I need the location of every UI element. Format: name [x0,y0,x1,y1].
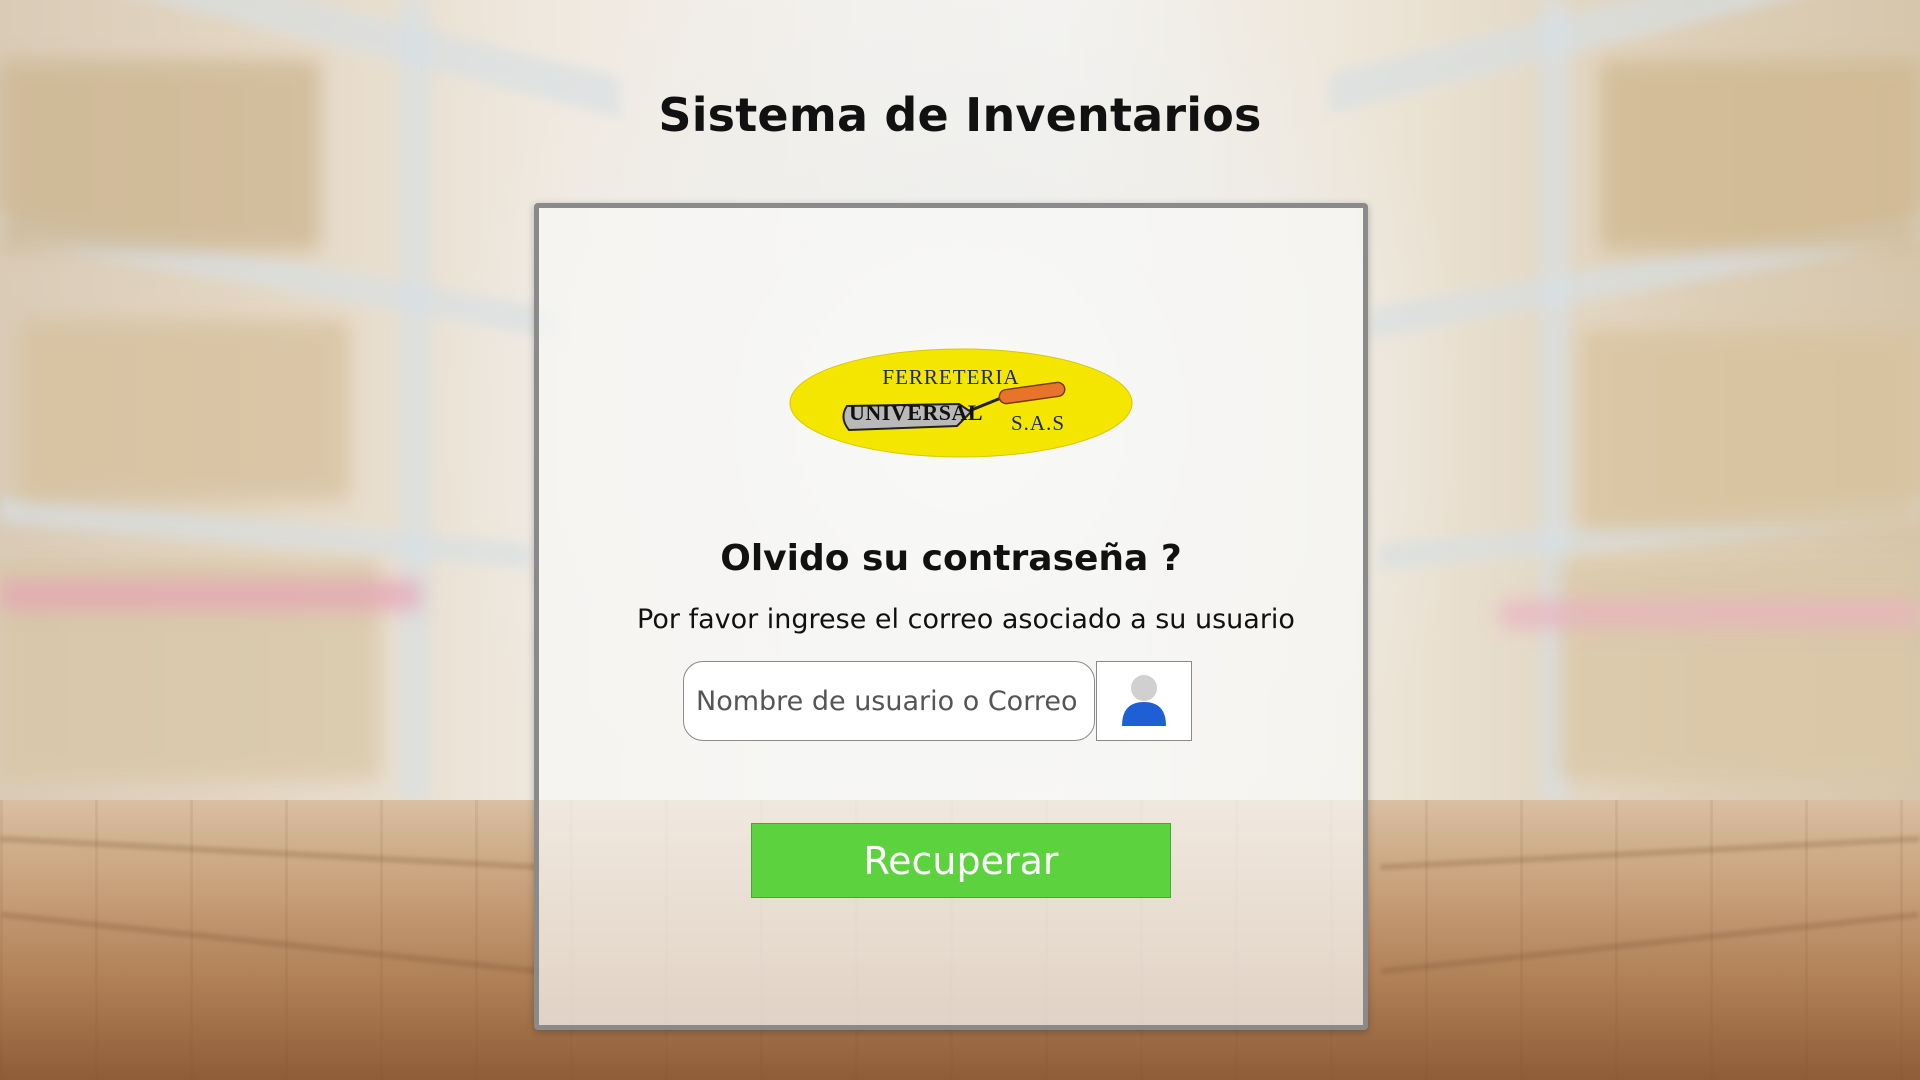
background-box [0,580,420,610]
user-icon [1122,675,1166,726]
password-recovery-card: FERRETERIA UNIVERSAL S.A.S Olvido su con… [534,203,1368,1030]
username-input-group [683,661,1192,741]
page-title: Sistema de Inventarios [658,88,1262,142]
company-logo: FERRETERIA UNIVERSAL S.A.S [789,348,1133,458]
background-box [1500,600,1920,628]
recover-button[interactable]: Recuperar [751,823,1171,898]
background-box [1580,330,1920,530]
username-input[interactable] [683,661,1095,741]
logo-text-ferreteria: FERRETERIA [882,365,1020,389]
user-icon-box [1096,661,1192,741]
form-subtitle: Por favor ingrese el correo asociado a s… [637,604,1295,635]
form-heading: Olvido su contraseña ? [720,538,1182,579]
logo-text-sas: S.A.S [1011,411,1066,435]
logo-text-universal: UNIVERSAL [849,400,984,425]
background-box [20,320,350,500]
background-box [1560,560,1920,780]
